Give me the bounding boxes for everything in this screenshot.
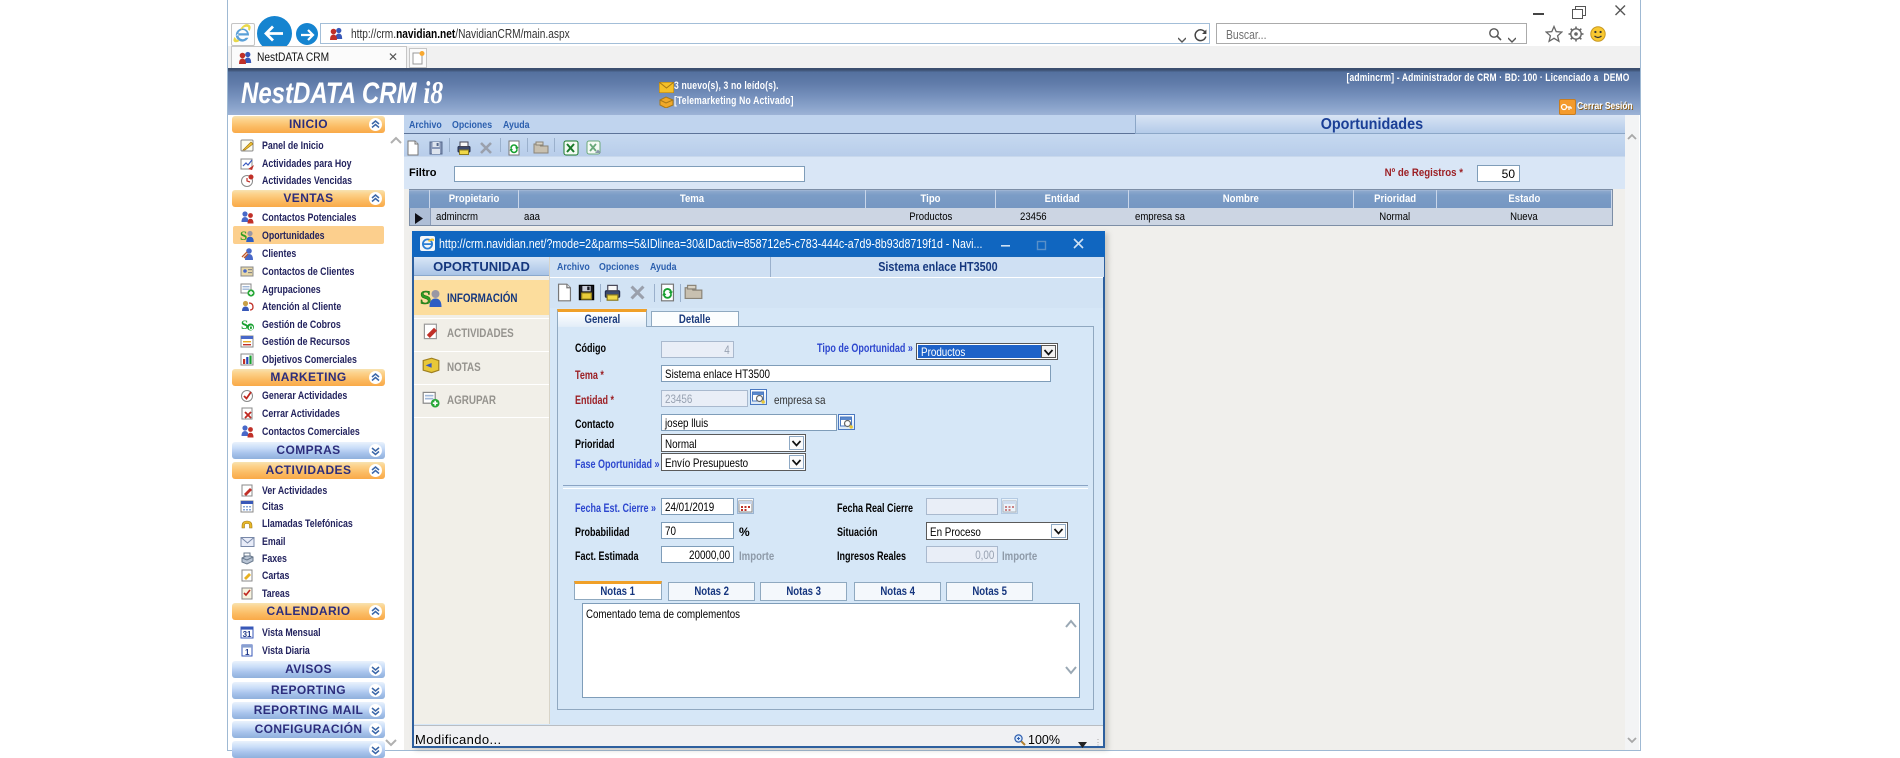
svg-text:31: 31 <box>243 630 252 639</box>
svg-text:S: S <box>240 228 247 243</box>
svg-text:S: S <box>420 287 431 309</box>
svg-text:S: S <box>241 317 248 332</box>
svg-text:o: o <box>249 323 254 332</box>
svg-text:1: 1 <box>245 648 250 657</box>
